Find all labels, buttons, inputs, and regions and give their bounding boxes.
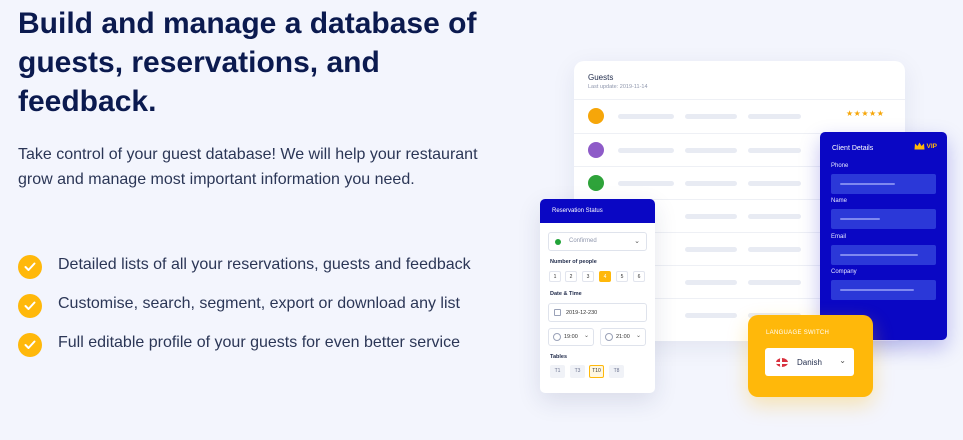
feature-list: Detailed lists of all your reservations,… — [18, 254, 488, 371]
time-from-value: 19:00 — [564, 334, 578, 340]
feature-text: Detailed lists of all your reservations,… — [58, 256, 471, 273]
people-option[interactable]: 6 — [633, 271, 645, 282]
date-value: 2019-12-230 — [566, 310, 598, 316]
placeholder-bar — [748, 214, 801, 219]
language-select[interactable]: Danish ⌄ — [765, 348, 854, 376]
people-option-selected[interactable]: 4 — [599, 271, 611, 282]
placeholder-bar — [618, 148, 674, 153]
status-value: Confirmed — [569, 238, 597, 244]
language-switch-title: LANGUAGE SWITCH — [766, 330, 830, 336]
placeholder-bar — [685, 280, 737, 285]
guest-row[interactable]: ★★★★★ — [574, 99, 905, 132]
guests-last-update: Last update: 2019-11-14 — [588, 84, 648, 90]
page-title: Build and manage a database of guests, r… — [18, 7, 477, 118]
feature-text: Customise, search, segment, export or do… — [58, 295, 460, 312]
tables-label: Tables — [550, 354, 568, 360]
people-label: Number of people — [550, 259, 597, 265]
placeholder-bar — [685, 214, 737, 219]
guest-avatar — [588, 108, 604, 124]
client-details-title: Client Details — [832, 145, 874, 152]
placeholder-bar — [748, 148, 801, 153]
clock-icon — [553, 333, 561, 341]
chevron-down-icon: ⌄ — [634, 238, 640, 245]
rating-stars: ★★★★★ — [846, 109, 885, 118]
clock-icon — [605, 333, 613, 341]
placeholder-bar — [748, 181, 801, 186]
placeholder-bar — [748, 114, 801, 119]
time-to-value: 21:00 — [616, 334, 630, 340]
placeholder-bar — [685, 313, 737, 318]
chevron-down-icon: ⌄ — [583, 333, 589, 339]
guest-avatar — [588, 142, 604, 158]
field-label: Company — [831, 269, 857, 275]
calendar-icon — [554, 309, 561, 316]
field-label: Name — [831, 198, 848, 204]
client-field-email: Email — [831, 234, 936, 265]
people-option[interactable]: 3 — [582, 271, 594, 282]
intro-text: Take control of your guest database! We … — [18, 146, 478, 188]
client-field-phone: Phone — [831, 163, 936, 194]
feature-item: Customise, search, segment, export or do… — [18, 293, 488, 318]
checkmark-icon — [18, 294, 42, 318]
people-option[interactable]: 2 — [565, 271, 577, 282]
name-field[interactable] — [831, 209, 936, 229]
datetime-label: Date & Time — [550, 291, 582, 297]
time-to-select[interactable]: 21:00 ⌄ — [600, 328, 646, 346]
denmark-flag-icon — [776, 358, 788, 367]
table-option[interactable]: T1 — [550, 365, 565, 378]
crown-icon — [914, 142, 925, 150]
date-field[interactable]: 2019-12-230 — [548, 303, 647, 322]
vip-badge: VIP — [914, 142, 937, 150]
language-switch-card: LANGUAGE SWITCH Danish ⌄ — [748, 315, 873, 397]
status-select[interactable]: Confirmed ⌄ — [548, 232, 647, 251]
feature-text: Full editable profile of your guests for… — [58, 334, 460, 351]
placeholder-bar — [618, 114, 674, 119]
reservation-title: Reservation Status — [540, 199, 655, 223]
vip-label: VIP — [926, 142, 937, 150]
field-label: Phone — [831, 163, 849, 169]
client-details-card: Client Details VIP Phone Name Email Comp… — [820, 132, 947, 340]
field-label: Email — [831, 234, 847, 240]
people-option[interactable]: 1 — [549, 271, 561, 282]
checkmark-icon — [18, 333, 42, 357]
status-dot-icon — [555, 239, 561, 245]
placeholder-bar — [748, 280, 801, 285]
reservation-card: Reservation Status Confirmed ⌄ Number of… — [540, 199, 655, 393]
guest-avatar — [588, 175, 604, 191]
table-option[interactable]: T3 — [570, 365, 585, 378]
placeholder-bar — [618, 181, 674, 186]
client-field-company: Company — [831, 269, 936, 300]
language-value: Danish — [797, 358, 822, 367]
company-field[interactable] — [831, 280, 936, 300]
placeholder-bar — [748, 247, 801, 252]
chevron-down-icon: ⌄ — [635, 333, 641, 339]
placeholder-bar — [685, 247, 737, 252]
table-option[interactable]: T8 — [609, 365, 624, 378]
feature-item: Detailed lists of all your reservations,… — [18, 254, 488, 279]
placeholder-bar — [685, 114, 737, 119]
guests-title: Guests — [588, 73, 614, 82]
placeholder-bar — [685, 181, 737, 186]
client-field-name: Name — [831, 198, 936, 229]
phone-field[interactable] — [831, 174, 936, 194]
checkmark-icon — [18, 255, 42, 279]
time-from-select[interactable]: 19:00 ⌄ — [548, 328, 594, 346]
email-field[interactable] — [831, 245, 936, 265]
placeholder-bar — [685, 148, 737, 153]
chevron-down-icon: ⌄ — [839, 356, 846, 365]
table-option-selected[interactable]: T10 — [589, 365, 604, 378]
feature-item: Full editable profile of your guests for… — [18, 332, 488, 357]
people-option[interactable]: 5 — [616, 271, 628, 282]
